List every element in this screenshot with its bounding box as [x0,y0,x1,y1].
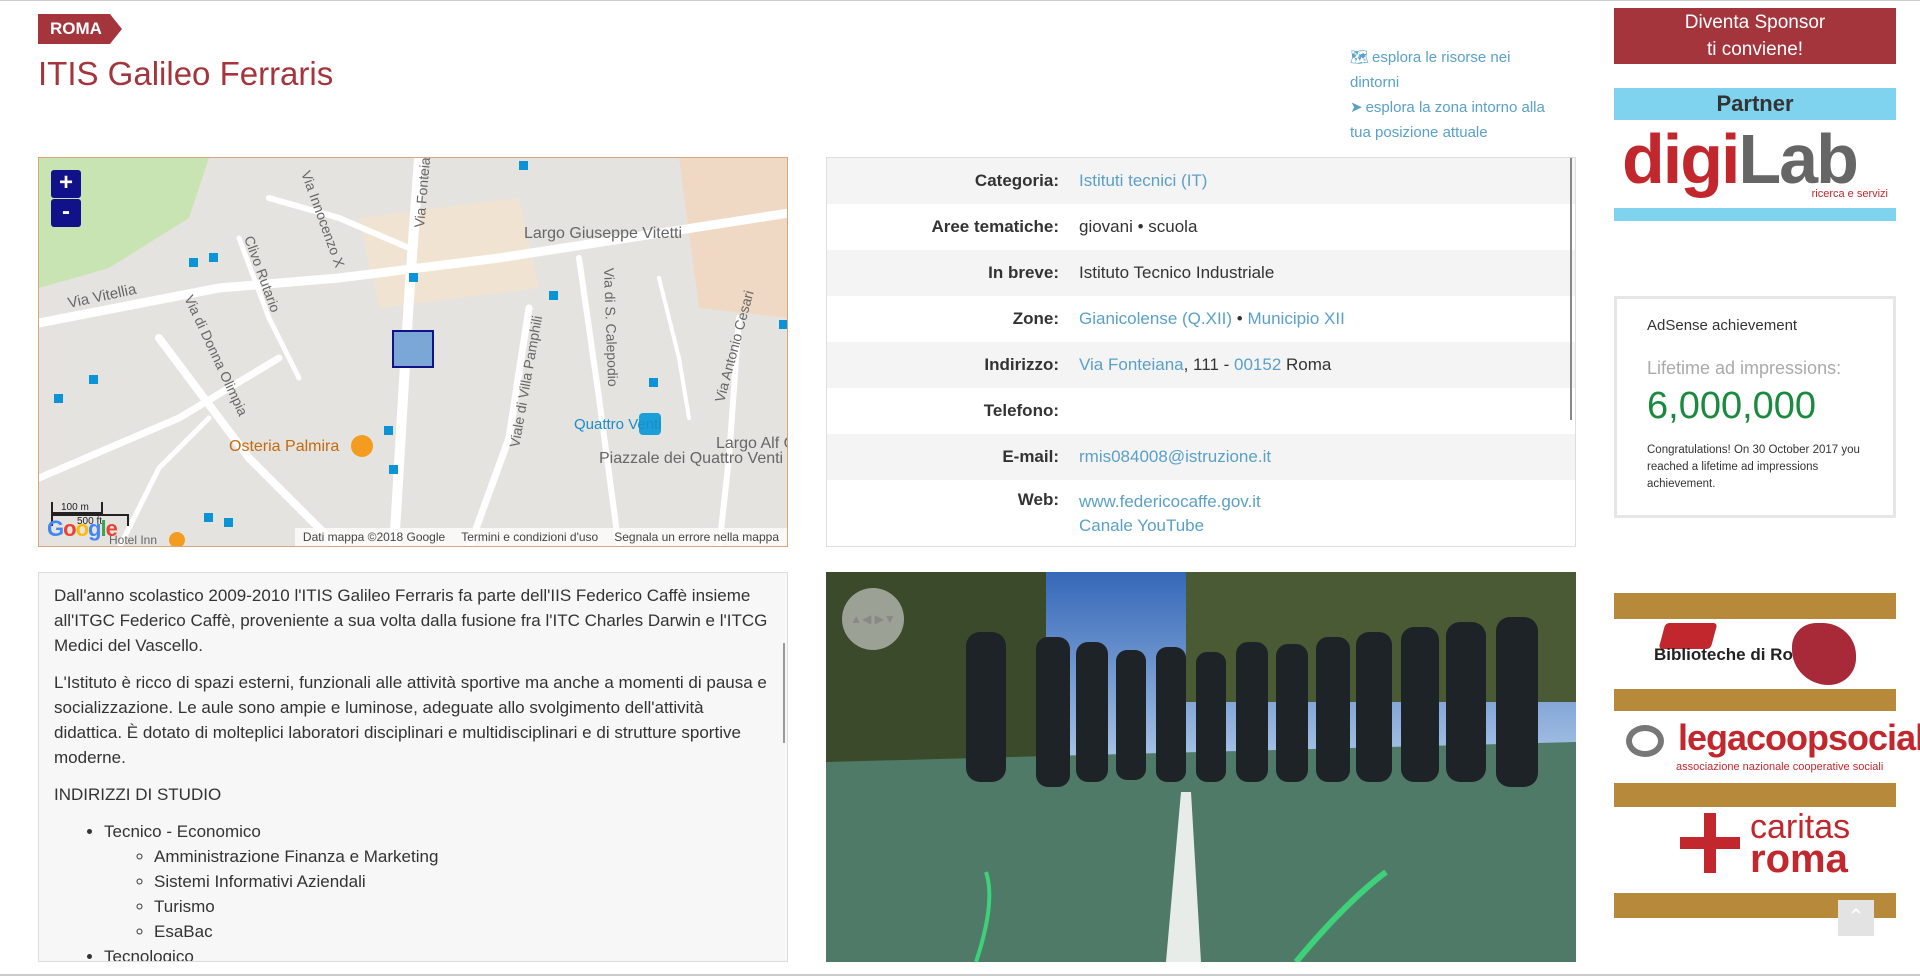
cross-icon [1680,813,1740,873]
map-canvas[interactable]: Via Innocenzo X Via Fonteiana Largo Gius… [39,158,788,547]
web-link[interactable]: www.federicocaffe.gov.it [1079,490,1575,514]
city-tag[interactable]: ROMA [38,14,122,44]
list-item: Amministrazione Finanza e Marketing [154,844,772,869]
swirl-icon [1626,725,1664,757]
study-tracks-heading: INDIRIZZI DI STUDIO [54,785,222,804]
partner-box: Partner digiLab ricerca e servizi [1614,88,1896,221]
description-paragraph: Dall'anno scolastico 2009-2010 l'ITIS Ga… [54,586,768,655]
partner-title: Partner [1716,91,1794,116]
map-icon: 🗺 [1350,49,1370,66]
info-row-telefono: Telefono: [983,401,1059,420]
street-link[interactable]: Via Fonteiana [1079,355,1184,374]
video-360[interactable]: ▲◀ ▶▼ [826,572,1576,962]
info-table: Categoria: Istituti tecnici (IT) Aree te… [826,157,1576,547]
digilab-logo[interactable]: digiLab ricerca e servizi [1614,120,1896,208]
description-paragraph: L'Istituto è ricco di spazi esterni, fun… [54,673,767,767]
map-report-link[interactable]: Segnala un errore nella mappa [614,528,779,546]
categoria-link[interactable]: Istituti tecnici (IT) [1079,171,1207,190]
map-label-quattro-venti: Quattro Venti [574,416,662,433]
list-item: Turismo [154,894,772,919]
top-border [0,0,1920,1]
zone-link-municipio[interactable]: Municipio XII [1247,309,1344,328]
email-link[interactable]: rmis084008@istruzione.it [1079,447,1271,466]
list-item: Tecnologico [104,944,772,961]
description-panel: Dall'anno scolastico 2009-2010 l'ITIS Ga… [38,572,788,962]
info-scrollbar[interactable] [1570,158,1572,420]
info-row-web: Web: www.federicocaffe.gov.it Canale YouT… [827,480,1575,540]
scroll-to-top-button[interactable]: ⌃ [1838,900,1874,936]
map-label-largo-vitetti: Largo Giuseppe Vitetti [524,225,682,242]
explore-links: 🗺 esplora le risorse nei dintorni ➤ esplor… [1350,45,1560,145]
info-row-zone: Zone: Gianicolense (Q.XII) • Municipio X… [1012,309,1345,328]
zone-link-gianicolense[interactable]: Gianicolense (Q.XII) [1079,309,1232,328]
rome-map-icon [1792,623,1856,685]
map-data-credit: Dati mappa ©2018 Google [302,530,446,544]
info-row-indirizzo: Indirizzo: Via Fonteiana, 111 - 00152 Ro… [827,342,1575,388]
study-tracks-list: Tecnico - Economico Amministrazione Fina… [54,819,772,961]
info-row-aree: Aree tematiche: giovani • scuola [931,217,1198,236]
zoom-out-button[interactable]: - [51,199,81,227]
caritas-logo[interactable]: caritas roma [1614,807,1896,893]
map[interactable]: Via Innocenzo X Via Fonteiana Largo Gius… [38,157,788,547]
map-footer: Dati mappa ©2018 Google Termini e condiz… [294,528,787,546]
video-frame [826,572,1576,962]
youtube-link[interactable]: Canale YouTube [1079,514,1575,538]
list-item: Sistemi Informativi Aziendali [154,869,772,894]
list-item: Tecnico - Economico Amministrazione Fina… [104,819,772,944]
zoom-controls: + - [51,170,81,228]
location-arrow-icon: ➤ [1350,99,1363,116]
partner-logos: Biblioteche di Roma legacoopsociali asso… [1614,593,1920,918]
adsense-achievement: AdSense achievement Lifetime ad impressi… [1614,296,1896,518]
google-logo: Google [47,516,118,541]
info-row-email: E-mail: rmis084008@istruzione.it [827,434,1575,480]
page-title: ITIS Galileo Ferraris [38,55,334,92]
explore-resources-link[interactable]: 🗺 esplora le risorse nei dintorni [1350,45,1560,95]
map-label-piazzale: Piazzale dei Quattro Venti [599,450,783,467]
info-row-categoria: Categoria: Istituti tecnici (IT) [827,158,1575,204]
explore-zone-link[interactable]: ➤ esplora la zona intorno alla tua posizi… [1350,95,1560,145]
scale-metric: 100 m [51,502,103,514]
list-item: EsaBac [154,919,772,944]
legacoop-logo[interactable]: legacoopsociali associazione nazionale c… [1614,711,1920,783]
info-row-breve: In breve: Istituto Tecnico Industriale [827,250,1575,296]
description-scrollbar[interactable] [783,643,785,743]
cap-link[interactable]: 00152 [1234,355,1281,374]
map-label-osteria: Osteria Palmira [229,438,339,455]
biblioteche-logo[interactable]: Biblioteche di Roma [1614,619,1896,689]
map-terms-link[interactable]: Termini e condizioni d'uso [461,528,598,546]
video-nav-control[interactable]: ▲◀ ▶▼ [842,588,904,650]
sponsor-banner[interactable]: Diventa Sponsor ti conviene! [1614,8,1896,64]
zoom-in-button[interactable]: + [51,170,81,198]
map-label-largo-alf: Largo Alf Orian [716,435,788,452]
